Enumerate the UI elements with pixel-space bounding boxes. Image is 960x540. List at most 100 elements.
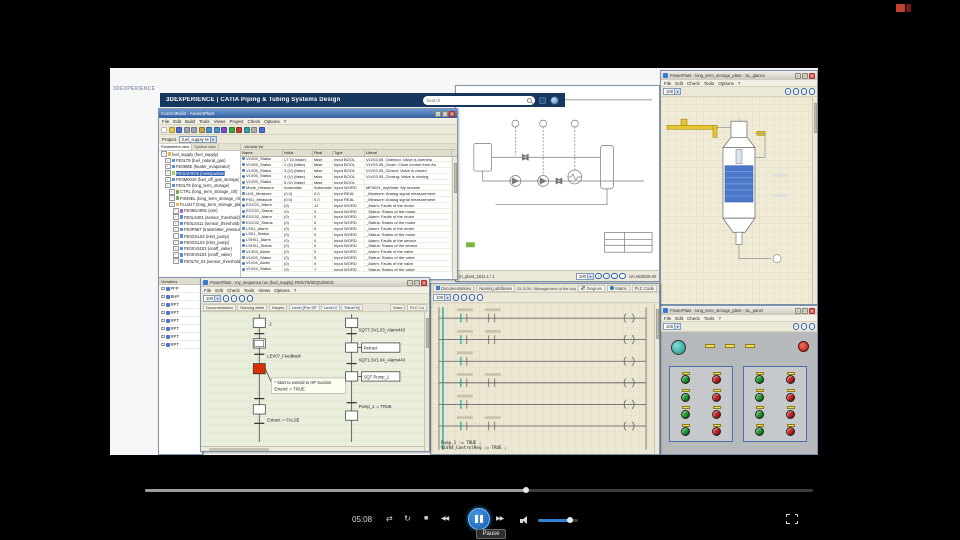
start-button[interactable] [755, 427, 764, 437]
col-initial[interactable]: Initial [283, 150, 313, 156]
start-button[interactable] [681, 392, 690, 402]
tab-level-pre-sp[interactable]: Level (Pre SP [288, 304, 320, 311]
reactor-scrollbar[interactable] [812, 97, 817, 304]
start-button[interactable] [681, 409, 690, 419]
fullscreen-button[interactable] [786, 514, 798, 524]
start-button[interactable] [755, 409, 764, 419]
menu-item[interactable]: File [664, 316, 671, 321]
menu-item[interactable]: Check [687, 81, 700, 86]
ladder-canvas[interactable]: Pump_1 := TRUE ; VLV04_ControlReq := TRU… [431, 303, 659, 454]
panel-titlebar[interactable]: PowerPlant - long_term_storage_plant - S… [661, 306, 817, 315]
list-item[interactable]: RPT [159, 301, 202, 309]
menu-item[interactable]: Project [230, 119, 244, 124]
redo-icon[interactable] [213, 126, 220, 133]
save-icon[interactable] [176, 126, 182, 133]
zoom-out-icon[interactable] [460, 294, 468, 301]
zoom-level-select[interactable]: 100 ▾ [663, 88, 682, 95]
menu-item[interactable]: ? [738, 81, 741, 86]
stop-button[interactable] [712, 375, 721, 385]
tree-item[interactable]: FLU417 (long_term_storage_plant) [159, 201, 240, 207]
expand-icon[interactable] [161, 318, 165, 323]
compile-icon[interactable] [221, 126, 227, 133]
stop-button[interactable] [786, 392, 795, 402]
zoom-in-icon[interactable] [452, 294, 460, 301]
menu-item[interactable]: Options [264, 119, 280, 124]
ladder-scrollbar[interactable] [654, 303, 659, 454]
menu-item[interactable]: Edit [173, 119, 181, 124]
menu-item[interactable]: File [664, 81, 671, 86]
stop-button[interactable] [786, 427, 795, 437]
zoom-level-select[interactable]: 100 ▾ [575, 272, 594, 280]
stop-button[interactable] [712, 392, 721, 402]
list-item[interactable]: PFP [159, 285, 202, 293]
stop-icon[interactable] [236, 126, 242, 133]
tab-plc-code[interactable]: PLC Code [631, 284, 657, 292]
menu-item[interactable]: File [204, 288, 211, 293]
controlbuild-titlebar[interactable]: ControlBuild - AssemPlant – □ × [159, 109, 457, 118]
undo-icon[interactable] [206, 126, 212, 133]
cut-icon[interactable] [183, 126, 190, 133]
volume-slider[interactable] [538, 517, 578, 523]
menu-item[interactable]: Tools [704, 81, 715, 86]
col-name[interactable]: Name [241, 150, 283, 156]
maximize-button[interactable]: □ [802, 307, 808, 314]
menu-item[interactable]: Views [258, 288, 270, 293]
search-input[interactable] [426, 97, 527, 103]
expand-icon[interactable] [161, 286, 165, 291]
progress-handle[interactable] [522, 487, 529, 493]
menu-item[interactable]: Check [687, 316, 700, 321]
table-row[interactable]: VLV04_Status (0) 7 Input WORD _Status: S… [241, 266, 452, 273]
sfc-titlebar[interactable]: PowerPlant - my_sequence.run (fuel_suppl… [201, 278, 429, 287]
zoom-in-icon[interactable] [784, 88, 791, 95]
debug-icon[interactable] [243, 126, 250, 133]
sfc-scrollbar-h[interactable] [201, 446, 424, 451]
tab-panel-sp[interactable]: Panel S( [341, 304, 363, 311]
search-icon[interactable] [527, 97, 532, 103]
expand-icon[interactable] [161, 302, 165, 307]
list-item[interactable]: RPT [159, 325, 202, 333]
tab-naming-attributes[interactable]: Naming attributes [476, 284, 516, 292]
zoom-window-icon[interactable] [246, 295, 254, 302]
col-real[interactable]: Real [313, 150, 333, 156]
expand-icon[interactable] [161, 334, 165, 339]
start-button[interactable] [681, 427, 690, 437]
pause-button[interactable] [468, 508, 490, 530]
zoom-level-select[interactable]: 100 ▾ [663, 323, 682, 330]
tab-naming-attrib[interactable]: Naming attrib [237, 304, 268, 311]
minimize-button[interactable]: – [795, 72, 801, 79]
maximize-button[interactable]: □ [414, 279, 420, 286]
list-item[interactable]: RPT [159, 317, 202, 325]
stop-button[interactable] [786, 409, 795, 419]
panel-canvas[interactable] [661, 332, 817, 454]
tree-item[interactable]: CTRL (long_term_storage_ctrl) [159, 189, 240, 195]
expand-icon[interactable] [161, 342, 165, 347]
menu-item[interactable]: Options [274, 288, 290, 293]
stop-button[interactable]: ■ [424, 514, 428, 524]
zoom-fit-icon[interactable] [238, 295, 246, 302]
minimize-button[interactable]: – [435, 110, 441, 117]
tab-level-2[interactable]: Level 2 [321, 304, 340, 311]
start-button[interactable] [755, 375, 764, 385]
table-scrollbar[interactable] [452, 157, 457, 279]
minimize-button[interactable]: – [407, 279, 413, 286]
close-button[interactable]: × [449, 110, 455, 117]
col-type[interactable]: Type [333, 150, 365, 156]
open-icon[interactable] [168, 126, 175, 133]
close-button[interactable]: × [809, 307, 815, 314]
zoom-fit-icon[interactable] [808, 323, 815, 330]
menu-item[interactable]: File [162, 119, 169, 124]
zoom-level-select[interactable]: 100 ▾ [433, 294, 452, 301]
minimize-button[interactable]: – [795, 307, 801, 314]
new-icon[interactable] [161, 126, 167, 133]
menu-item[interactable]: Views [214, 119, 226, 124]
zoom-out-icon[interactable] [230, 295, 238, 302]
menu-item[interactable]: Options [718, 81, 734, 86]
sfc-scrollbar-v[interactable] [424, 312, 429, 451]
col-literal[interactable]: Literal [365, 150, 452, 156]
tab-documentation[interactable]: Documentation [203, 304, 236, 311]
list-item[interactable]: RPT [159, 333, 202, 341]
menu-item[interactable]: ? [284, 119, 287, 124]
copy-icon[interactable] [191, 126, 197, 133]
zoom-fit-icon[interactable] [611, 272, 618, 280]
corner-app-icon[interactable] [896, 4, 911, 12]
